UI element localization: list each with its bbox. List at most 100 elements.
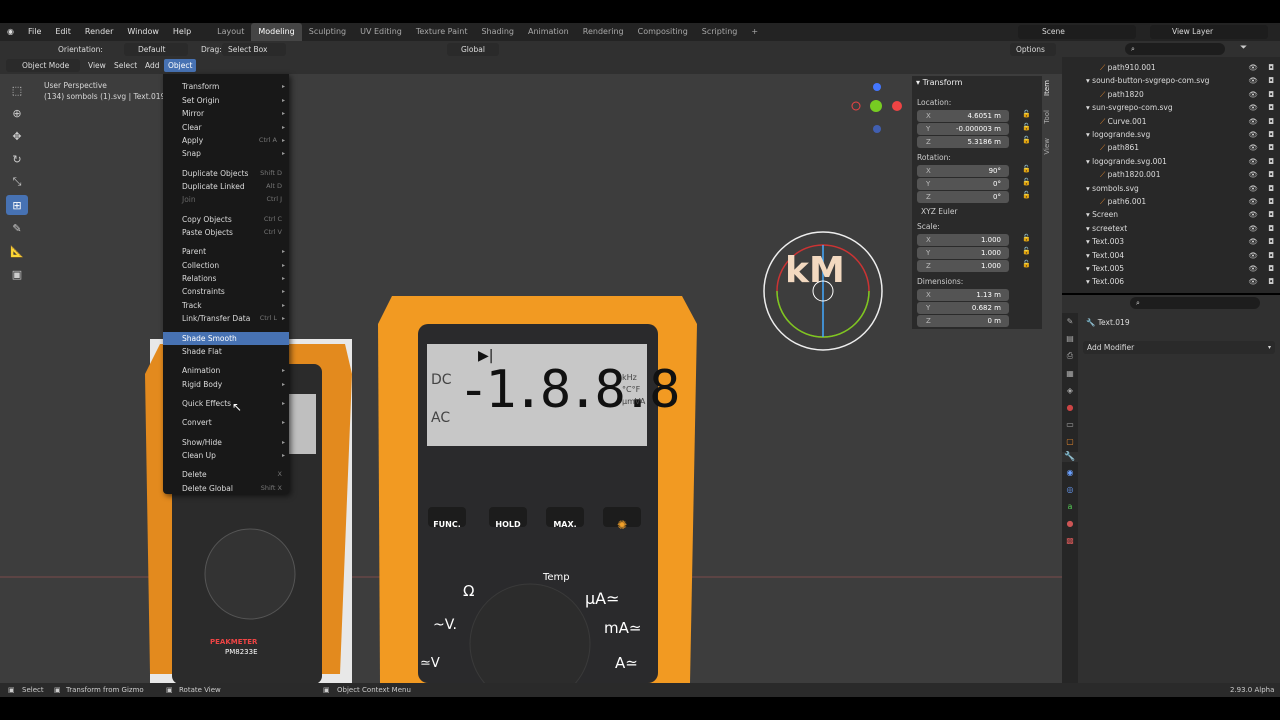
visibility-eye-icon[interactable]: 👁 xyxy=(1248,249,1258,262)
measure-icon[interactable]: 📐 xyxy=(6,241,28,261)
collection-tab-icon[interactable]: ▭ xyxy=(1062,420,1078,429)
outliner-row[interactable]: ▾ sombols.svg 👁 ◘ xyxy=(1064,182,1278,195)
render-camera-icon[interactable]: ◘ xyxy=(1268,101,1274,114)
orientation-dropdown[interactable]: Default xyxy=(124,43,188,56)
menu-item-apply[interactable]: Apply Ctrl A ▸ xyxy=(163,134,289,147)
scene-tab-icon[interactable]: ◈ xyxy=(1062,386,1078,395)
menu-view[interactable]: View xyxy=(88,59,106,72)
move-icon[interactable]: ✥ xyxy=(6,126,28,146)
visibility-eye-icon[interactable]: 👁 xyxy=(1248,88,1258,101)
lock-icon[interactable]: 🔓 xyxy=(1022,136,1031,144)
render-camera-icon[interactable]: ◘ xyxy=(1268,141,1274,154)
visibility-eye-icon[interactable]: 👁 xyxy=(1248,262,1258,275)
menu-object[interactable]: Object xyxy=(164,59,197,72)
render-camera-icon[interactable]: ◘ xyxy=(1268,74,1274,87)
tab-modeling[interactable]: Modeling xyxy=(251,23,302,41)
visibility-eye-icon[interactable]: 👁 xyxy=(1248,115,1258,128)
light-icon[interactable]: ✺ xyxy=(603,518,641,532)
physics-tab-icon[interactable]: ◎ xyxy=(1062,485,1078,494)
outliner-row[interactable]: ▾ Text.006 👁 ◘ xyxy=(1064,275,1278,288)
outliner-row[interactable]: ⟋ path6.001 👁 ◘ xyxy=(1064,195,1278,208)
scale-x-field[interactable]: X 1.000 xyxy=(917,234,1009,246)
outliner-row[interactable]: ▾ sound-button-svgrepo-com.svg 👁 ◘ xyxy=(1064,74,1278,87)
lock-icon[interactable]: 🔓 xyxy=(1022,178,1031,186)
tab-item[interactable]: Item xyxy=(1043,80,1055,96)
visibility-eye-icon[interactable]: 👁 xyxy=(1248,275,1258,288)
visibility-eye-icon[interactable]: 👁 xyxy=(1248,168,1258,181)
modifier-tab-icon[interactable]: 🔧 xyxy=(1062,452,1078,462)
tab-compositing[interactable]: Compositing xyxy=(631,23,695,41)
lock-icon[interactable]: 🔓 xyxy=(1022,247,1031,255)
menu-item-quick-effects[interactable]: Quick Effects ▸ xyxy=(163,397,289,410)
scale-z-field[interactable]: Z 1.000 xyxy=(917,260,1009,272)
tool-tab-icon[interactable]: ✎ xyxy=(1062,317,1078,326)
render-tab-icon[interactable]: ▤ xyxy=(1062,334,1078,343)
transform-icon[interactable]: ⊞ xyxy=(6,195,28,215)
visibility-eye-icon[interactable]: 👁 xyxy=(1248,101,1258,114)
output-tab-icon[interactable]: ⎙ xyxy=(1062,351,1078,361)
location-z-field[interactable]: Z 5.3186 m xyxy=(917,136,1009,148)
outliner-row[interactable]: ▾ Text.003 👁 ◘ xyxy=(1064,235,1278,248)
outliner-row[interactable]: ⟋ path910.001 👁 ◘ xyxy=(1064,61,1278,74)
menu-item-track[interactable]: Track ▸ xyxy=(163,299,289,312)
render-camera-icon[interactable]: ◘ xyxy=(1268,195,1274,208)
tab-sculpting[interactable]: Sculpting xyxy=(302,23,353,41)
menu-edit[interactable]: Edit xyxy=(48,23,78,41)
menu-item-clear[interactable]: Clear ▸ xyxy=(163,121,289,134)
filter-icon[interactable]: ⏷ xyxy=(1240,43,1247,53)
dimensions-y-field[interactable]: Y 0.682 m xyxy=(917,302,1009,314)
menu-item-snap[interactable]: Snap ▸ xyxy=(163,147,289,160)
menu-render[interactable]: Render xyxy=(78,23,120,41)
mode-dropdown[interactable]: Object Mode xyxy=(6,59,80,72)
add-cube-icon[interactable]: ▣ xyxy=(6,264,28,284)
lock-icon[interactable]: 🔓 xyxy=(1022,165,1031,173)
lock-icon[interactable]: 🔓 xyxy=(1022,191,1031,199)
lock-icon[interactable]: 🔓 xyxy=(1022,110,1031,118)
visibility-eye-icon[interactable]: 👁 xyxy=(1248,222,1258,235)
visibility-eye-icon[interactable]: 👁 xyxy=(1248,155,1258,168)
render-camera-icon[interactable]: ◘ xyxy=(1268,249,1274,262)
object-tab-icon[interactable]: ▢ xyxy=(1062,437,1078,446)
scale-y-field[interactable]: Y 1.000 xyxy=(917,247,1009,259)
menu-item-animation[interactable]: Animation ▸ xyxy=(163,364,289,377)
menu-item-constraints[interactable]: Constraints ▸ xyxy=(163,285,289,298)
menu-add[interactable]: Add xyxy=(145,59,160,72)
outliner-row[interactable]: ▾ logogrande.svg 👁 ◘ xyxy=(1064,128,1278,141)
outliner-row[interactable]: ▾ screetext 👁 ◘ xyxy=(1064,222,1278,235)
outliner-row[interactable]: ▾ logogrande.svg.001 👁 ◘ xyxy=(1064,155,1278,168)
outliner-row[interactable]: ▾ Screen 👁 ◘ xyxy=(1064,208,1278,221)
max-button[interactable]: MAX. xyxy=(546,520,584,529)
visibility-eye-icon[interactable]: 👁 xyxy=(1248,141,1258,154)
menu-window[interactable]: Window xyxy=(120,23,166,41)
menu-item-relations[interactable]: Relations ▸ xyxy=(163,272,289,285)
render-camera-icon[interactable]: ◘ xyxy=(1268,115,1274,128)
menu-item-parent[interactable]: Parent ▸ xyxy=(163,245,289,258)
rotation-y-field[interactable]: Y 0° xyxy=(917,178,1009,190)
tab-view[interactable]: View xyxy=(1043,138,1055,155)
menu-item-join[interactable]: Join Ctrl J xyxy=(163,193,289,206)
menu-item-link-transfer-data[interactable]: Link/Transfer Data Ctrl L ▸ xyxy=(163,312,289,325)
tab-texture-paint[interactable]: Texture Paint xyxy=(409,23,475,41)
rotation-mode-dropdown[interactable]: XYZ Euler xyxy=(917,206,1037,218)
tab-animation[interactable]: Animation xyxy=(521,23,576,41)
tab-uv-editing[interactable]: UV Editing xyxy=(353,23,409,41)
menu-item-rigid-body[interactable]: Rigid Body ▸ xyxy=(163,378,289,391)
view-layer-selector[interactable]: View Layer xyxy=(1150,25,1268,39)
render-camera-icon[interactable]: ◘ xyxy=(1268,168,1274,181)
3d-viewport[interactable]: User Perspective (134) sombols (1).svg |… xyxy=(0,74,1062,683)
tab-tool[interactable]: Tool xyxy=(1043,110,1055,124)
options-dropdown[interactable]: Options xyxy=(1010,43,1056,56)
lock-icon[interactable]: 🔓 xyxy=(1022,234,1031,242)
render-camera-icon[interactable]: ◘ xyxy=(1268,88,1274,101)
menu-file[interactable]: File xyxy=(21,23,48,41)
rotation-x-field[interactable]: X 90° xyxy=(917,165,1009,177)
visibility-eye-icon[interactable]: 👁 xyxy=(1248,128,1258,141)
outliner-row[interactable]: ▾ sun-svgrepo-com.svg 👁 ◘ xyxy=(1064,101,1278,114)
outliner-row[interactable]: ⟋ path861 👁 ◘ xyxy=(1064,141,1278,154)
cursor-icon[interactable]: ⊕ xyxy=(6,103,28,123)
visibility-eye-icon[interactable]: 👁 xyxy=(1248,74,1258,87)
view-layer-tab-icon[interactable]: ▦ xyxy=(1062,369,1078,378)
location-y-field[interactable]: Y -0.000003 m xyxy=(917,123,1009,135)
rotate-icon[interactable]: ↻ xyxy=(6,149,28,169)
visibility-eye-icon[interactable]: 👁 xyxy=(1248,61,1258,74)
